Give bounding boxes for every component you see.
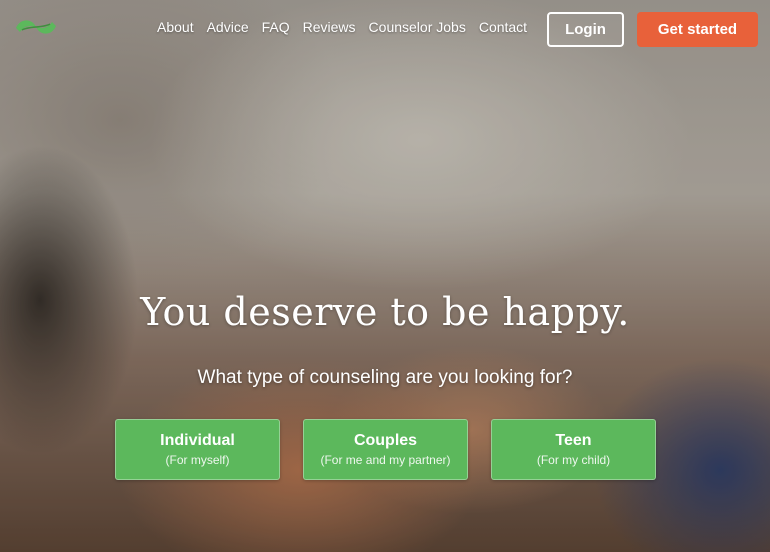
login-button[interactable]: Login — [547, 12, 624, 47]
nav-counselor-jobs-link[interactable]: Counselor Jobs — [369, 19, 466, 35]
option-title: Individual — [160, 431, 235, 449]
option-subtitle: (For my child) — [536, 452, 611, 467]
counseling-question: What type of counseling are you looking … — [197, 367, 573, 388]
get-started-button[interactable]: Get started — [637, 12, 758, 47]
nav-advice-link[interactable]: Advice — [207, 19, 249, 35]
leaf-logo-icon[interactable] — [14, 16, 58, 38]
top-navigation: About Advice FAQ Reviews Counselor Jobs … — [157, 19, 540, 35]
nav-faq-link[interactable]: FAQ — [262, 19, 290, 35]
option-subtitle: (For me and my partner) — [320, 452, 451, 467]
couples-option-button[interactable]: Couples (For me and my partner) — [303, 419, 468, 480]
teen-option-button[interactable]: Teen (For my child) — [491, 419, 656, 480]
option-title: Teen — [555, 431, 592, 449]
nav-about-link[interactable]: About — [157, 19, 194, 35]
individual-option-button[interactable]: Individual (For myself) — [115, 419, 280, 480]
hero-headline: You deserve to be happy. — [140, 290, 630, 334]
nav-reviews-link[interactable]: Reviews — [303, 19, 356, 35]
option-title: Couples — [353, 431, 418, 449]
option-subtitle: (For myself) — [165, 452, 230, 467]
nav-contact-link[interactable]: Contact — [479, 19, 527, 35]
